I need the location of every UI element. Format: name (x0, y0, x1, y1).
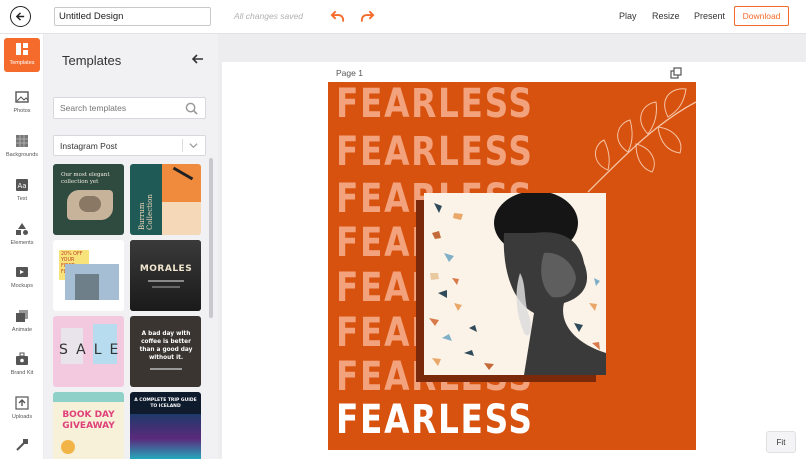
terrazzo-photo-frame (424, 193, 606, 375)
photos-icon (15, 91, 29, 103)
template-thumbnail[interactable]: MORALES (130, 240, 201, 311)
resize-button[interactable]: Resize (652, 11, 680, 21)
leaf-illustration (587, 88, 696, 193)
uploads-icon (15, 396, 29, 410)
rail-label: Photos (13, 108, 31, 114)
download-button[interactable]: Download (734, 6, 789, 26)
rail-item-animate[interactable]: Animate (0, 305, 44, 345)
search-box (53, 97, 206, 119)
rail-label: Backgrounds (5, 152, 39, 158)
thumbnail-photo (130, 414, 201, 459)
page-label: Page 1 (336, 68, 363, 78)
fit-button[interactable]: Fit (766, 431, 796, 453)
duplicate-page-icon[interactable] (670, 67, 682, 79)
thumbnail-text: A COMPLETE TRIP GUIDE TO ICELAND (134, 398, 197, 409)
redo-icon[interactable] (360, 9, 375, 23)
template-thumbnail[interactable]: SALE (53, 316, 124, 387)
text-icon: Aa (16, 179, 28, 191)
rail-item-backgrounds[interactable]: Backgrounds (0, 130, 44, 170)
elements-icon (16, 223, 28, 235)
play-button[interactable]: Play (619, 11, 637, 21)
thumbnail-photo (130, 240, 201, 311)
search-icon[interactable] (185, 102, 198, 115)
rail-label: Brand Kit (10, 370, 34, 376)
arrow-left-icon (15, 12, 25, 21)
template-thumbnail[interactable]: A bad day with coffee is better than a g… (130, 316, 201, 387)
format-select[interactable]: Instagram Post (53, 135, 206, 156)
top-bar: All changes saved Play Resize Present Do… (0, 0, 806, 34)
rail-item-uploads[interactable]: Uploads (0, 392, 44, 432)
rail-item-elements[interactable]: Elements (0, 218, 44, 258)
rail-label: Animate (11, 327, 33, 333)
collapse-panel-icon[interactable] (192, 53, 204, 65)
design-canvas[interactable]: FEARLESS FEARLESS FEARLESS FEARLESS FEAR… (328, 82, 696, 450)
thumbnail-shape (61, 440, 75, 454)
template-thumbnail[interactable]: Burrum Collection (130, 164, 201, 235)
animate-icon (16, 310, 28, 322)
panel-scrollbar[interactable] (209, 158, 213, 318)
thumbnail-text: SALE (59, 342, 124, 358)
headline-word: FEARLESS (336, 129, 534, 175)
thumbnail-photo-detail (79, 196, 101, 212)
headline-word: FEARLESS (336, 82, 534, 127)
thumbnail-text: Burrum Collection (138, 194, 152, 230)
rail-item-photos[interactable]: Photos (0, 86, 44, 126)
panel-title: Templates (62, 53, 122, 68)
rail-label: Text (16, 196, 28, 202)
rail-label: Elements (10, 240, 34, 246)
thumbnail-photo-detail (75, 274, 99, 300)
more-tools-icon (16, 439, 28, 451)
save-status: All changes saved (234, 11, 303, 21)
templates-panel: Templates Instagram Post Our most elegan… (45, 34, 217, 459)
back-button[interactable] (10, 6, 31, 27)
format-select-value: Instagram Post (60, 141, 118, 151)
rail-item-more[interactable] (0, 434, 44, 459)
present-button[interactable]: Present (694, 11, 725, 21)
mockups-icon (16, 267, 28, 277)
template-thumbnail[interactable]: BOOK DAY GIVEAWAY (53, 392, 124, 459)
template-thumbnail[interactable]: Our most elegant collection yet (53, 164, 124, 235)
rail-item-mockups[interactable]: Mockups (0, 261, 44, 301)
thumbnail-text: Our most elegant collection yet (61, 172, 110, 185)
left-rail: Templates Photos Backgrounds Aa Text Ele… (0, 34, 44, 459)
select-divider (182, 139, 183, 152)
svg-text:Aa: Aa (17, 182, 26, 190)
thumbnail-band (53, 392, 124, 402)
templates-icon (16, 43, 28, 55)
thumbnail-text: MORALES (139, 264, 193, 274)
search-input[interactable] (54, 98, 179, 118)
rail-label: Mockups (10, 283, 33, 289)
undo-icon[interactable] (330, 9, 345, 23)
thumbnail-divider (148, 280, 184, 282)
rail-item-text[interactable]: Aa Text (0, 174, 44, 214)
backgrounds-icon (16, 135, 28, 147)
chevron-down-icon (189, 143, 198, 149)
headline-word-white: FEARLESS (336, 397, 534, 443)
template-thumbnail[interactable]: 20% OFF YOUR FIRST FLIGHT (53, 240, 124, 311)
terrazzo-pattern (429, 193, 606, 375)
thumbnail-text: BOOK DAY GIVEAWAY (62, 410, 115, 431)
rail-label: Templates (9, 60, 35, 66)
thumbnail-text: A bad day with coffee is better than a g… (139, 331, 193, 361)
rail-label: Uploads (11, 414, 33, 420)
template-grid: Our most elegant collection yet Burrum C… (53, 164, 201, 459)
thumbnail-divider (152, 286, 180, 288)
template-thumbnail[interactable]: A COMPLETE TRIP GUIDE TO ICELAND (130, 392, 201, 459)
rail-item-brand-kit[interactable]: Brand Kit (0, 348, 44, 388)
thumbnail-divider (150, 368, 182, 370)
thumbnail-photo (162, 164, 201, 202)
document-title-input[interactable] (54, 7, 211, 26)
rail-item-templates[interactable]: Templates (4, 38, 40, 72)
brand-kit-icon (16, 352, 28, 365)
